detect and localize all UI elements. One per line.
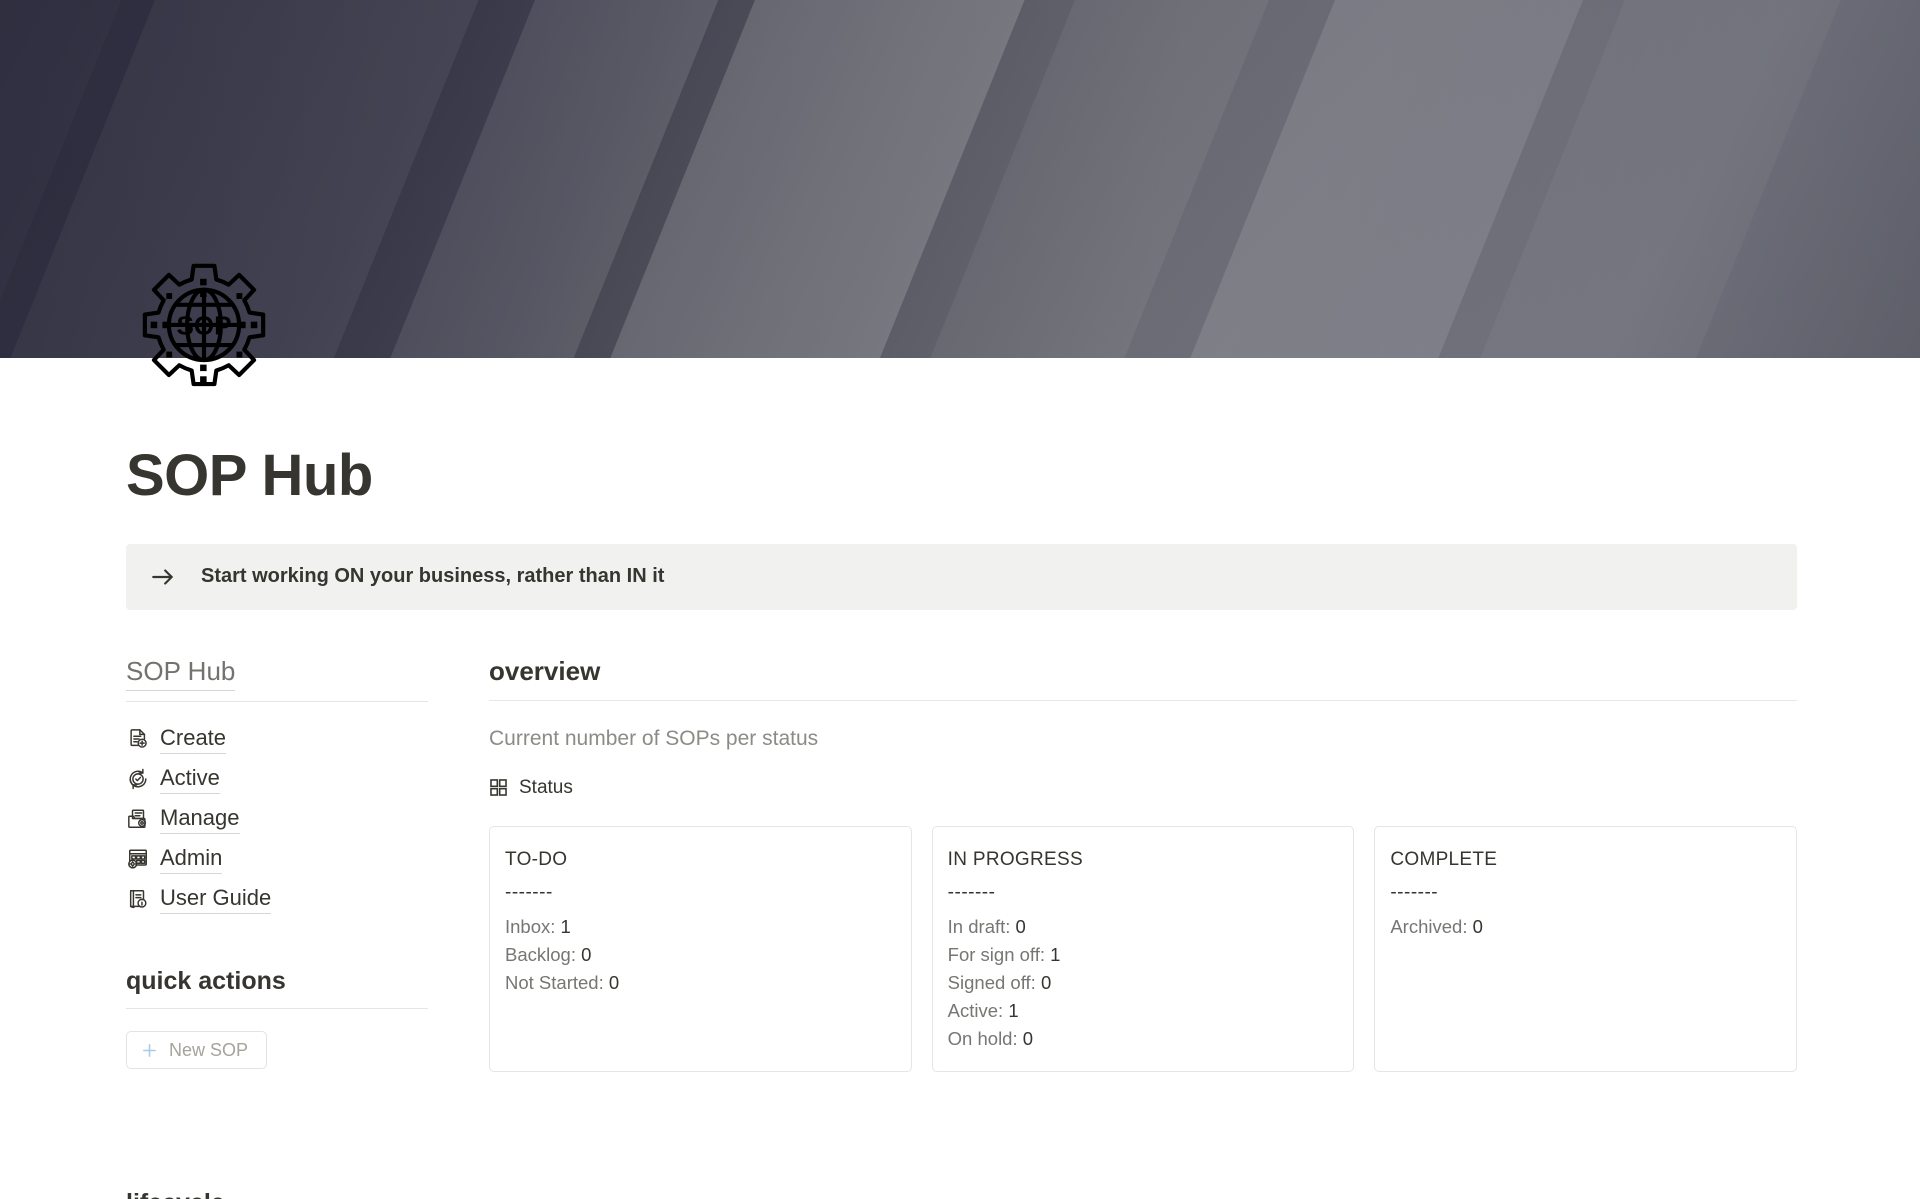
circular-check-icon <box>126 767 150 791</box>
status-cards: TO-DO ------- Inbox: 1 Backlog: 0 Not St… <box>489 825 1798 1073</box>
card-title: TO-DO <box>505 848 568 870</box>
status-card-in-progress[interactable]: IN PROGRESS ------- In draft: 0 For sign… <box>931 825 1355 1073</box>
sidebar: SOP Hub Create Active Manage Admin User … <box>126 656 428 1199</box>
page-content: SOP Hub Start working ON your business, … <box>0 443 1920 1199</box>
card-stat-value: 0 <box>1472 915 1483 937</box>
overview-divider <box>489 699 1797 701</box>
card-divider: ------- <box>1390 881 1439 903</box>
status-card-todo[interactable]: TO-DO ------- Inbox: 1 Backlog: 0 Not St… <box>489 825 912 1073</box>
card-stat-row: Signed off: 0 <box>948 969 1332 997</box>
callout-banner[interactable]: Start working ON your business, rather t… <box>126 543 1797 610</box>
document-plus-icon <box>126 727 150 751</box>
card-stat-value: 0 <box>1022 1028 1034 1050</box>
logo-text: SOP <box>177 311 232 341</box>
card-stat-label: Not Started: <box>505 972 604 994</box>
new-sop-button[interactable]: New SOP <box>126 1031 268 1070</box>
lifecycle-heading: lifecycle <box>126 1189 428 1199</box>
card-stat-label: Inbox: <box>505 915 556 937</box>
new-sop-label: New SOP <box>169 1039 249 1060</box>
sidebar-item-user-guide[interactable]: User Guide <box>126 879 428 919</box>
card-stat-label: On hold: <box>947 1028 1018 1050</box>
sidebar-item-label: Admin <box>160 844 223 874</box>
dashboard-gear-icon <box>126 847 150 871</box>
sop-gear-globe-logo-icon[interactable]: SOP <box>126 258 282 414</box>
sidebar-nav: Create Active Manage Admin User Guide <box>126 719 428 919</box>
card-stat-row: Archived: 0 <box>1390 913 1774 941</box>
sidebar-item-active[interactable]: Active <box>126 759 428 799</box>
callout-text: Start working ON your business, rather t… <box>201 565 665 588</box>
card-stat-value: 0 <box>1040 972 1052 994</box>
sidebar-item-label: Active <box>160 764 220 794</box>
folder-gear-icon <box>126 807 150 831</box>
card-stat-row: Backlog: 0 <box>505 941 889 969</box>
plus-icon <box>141 1042 158 1059</box>
status-view-tab[interactable]: Status <box>489 777 1797 799</box>
card-stat-value: 1 <box>1008 1000 1019 1022</box>
card-stat-label: Active: <box>947 1000 1004 1022</box>
grid-view-icon <box>489 778 508 797</box>
card-stat-value: 1 <box>560 915 571 937</box>
status-view-label: Status <box>519 776 573 798</box>
card-divider: ------- <box>505 881 553 903</box>
quick-actions-heading: quick actions <box>126 967 286 996</box>
book-info-icon <box>126 887 150 911</box>
card-stat-value: 0 <box>581 944 592 965</box>
card-stat-label: Archived: <box>1390 915 1468 937</box>
page-banner <box>0 0 1920 358</box>
card-stat-row: For sign off: 1 <box>948 941 1332 969</box>
card-stat-label: For sign off: <box>947 944 1046 965</box>
overview-title: overview <box>489 655 601 686</box>
quick-actions-divider <box>126 1008 428 1010</box>
sidebar-item-label: User Guide <box>160 884 272 914</box>
card-stat-value: 1 <box>1050 944 1061 965</box>
card-stat-label: In draft: <box>947 915 1011 937</box>
card-stat-row: Not Started: 0 <box>505 969 889 997</box>
status-card-complete[interactable]: COMPLETE ------- Archived: 0 <box>1374 825 1798 1073</box>
sidebar-item-label: Create <box>160 724 227 754</box>
sidebar-divider <box>126 701 428 703</box>
main-content: overview Current number of SOPs per stat… <box>428 655 1798 1199</box>
card-stat-value: 0 <box>608 972 620 994</box>
overview-subtitle: Current number of SOPs per status <box>489 726 819 750</box>
card-stat-row: Inbox: 1 <box>505 913 889 941</box>
card-title: COMPLETE <box>1390 848 1498 870</box>
sidebar-item-manage[interactable]: Manage <box>126 799 428 839</box>
sidebar-item-label: Manage <box>160 804 240 834</box>
sidebar-item-create[interactable]: Create <box>126 719 428 759</box>
sidebar-heading[interactable]: SOP Hub <box>126 656 236 692</box>
card-stat-row: Active: 1 <box>948 997 1332 1025</box>
banner-overlay <box>0 0 1920 358</box>
card-stat-row: In draft: 0 <box>948 913 1332 941</box>
card-divider: ------- <box>947 881 996 903</box>
arrow-right-icon <box>150 564 176 590</box>
card-stat-label: Backlog: <box>505 944 576 965</box>
card-stat-value: 0 <box>1015 915 1026 937</box>
card-title: IN PROGRESS <box>947 848 1083 870</box>
card-stat-row: On hold: 0 <box>948 1025 1332 1053</box>
sidebar-item-admin[interactable]: Admin <box>126 839 428 879</box>
card-stat-label: Signed off: <box>947 972 1036 994</box>
page-title: SOP Hub <box>126 443 373 508</box>
